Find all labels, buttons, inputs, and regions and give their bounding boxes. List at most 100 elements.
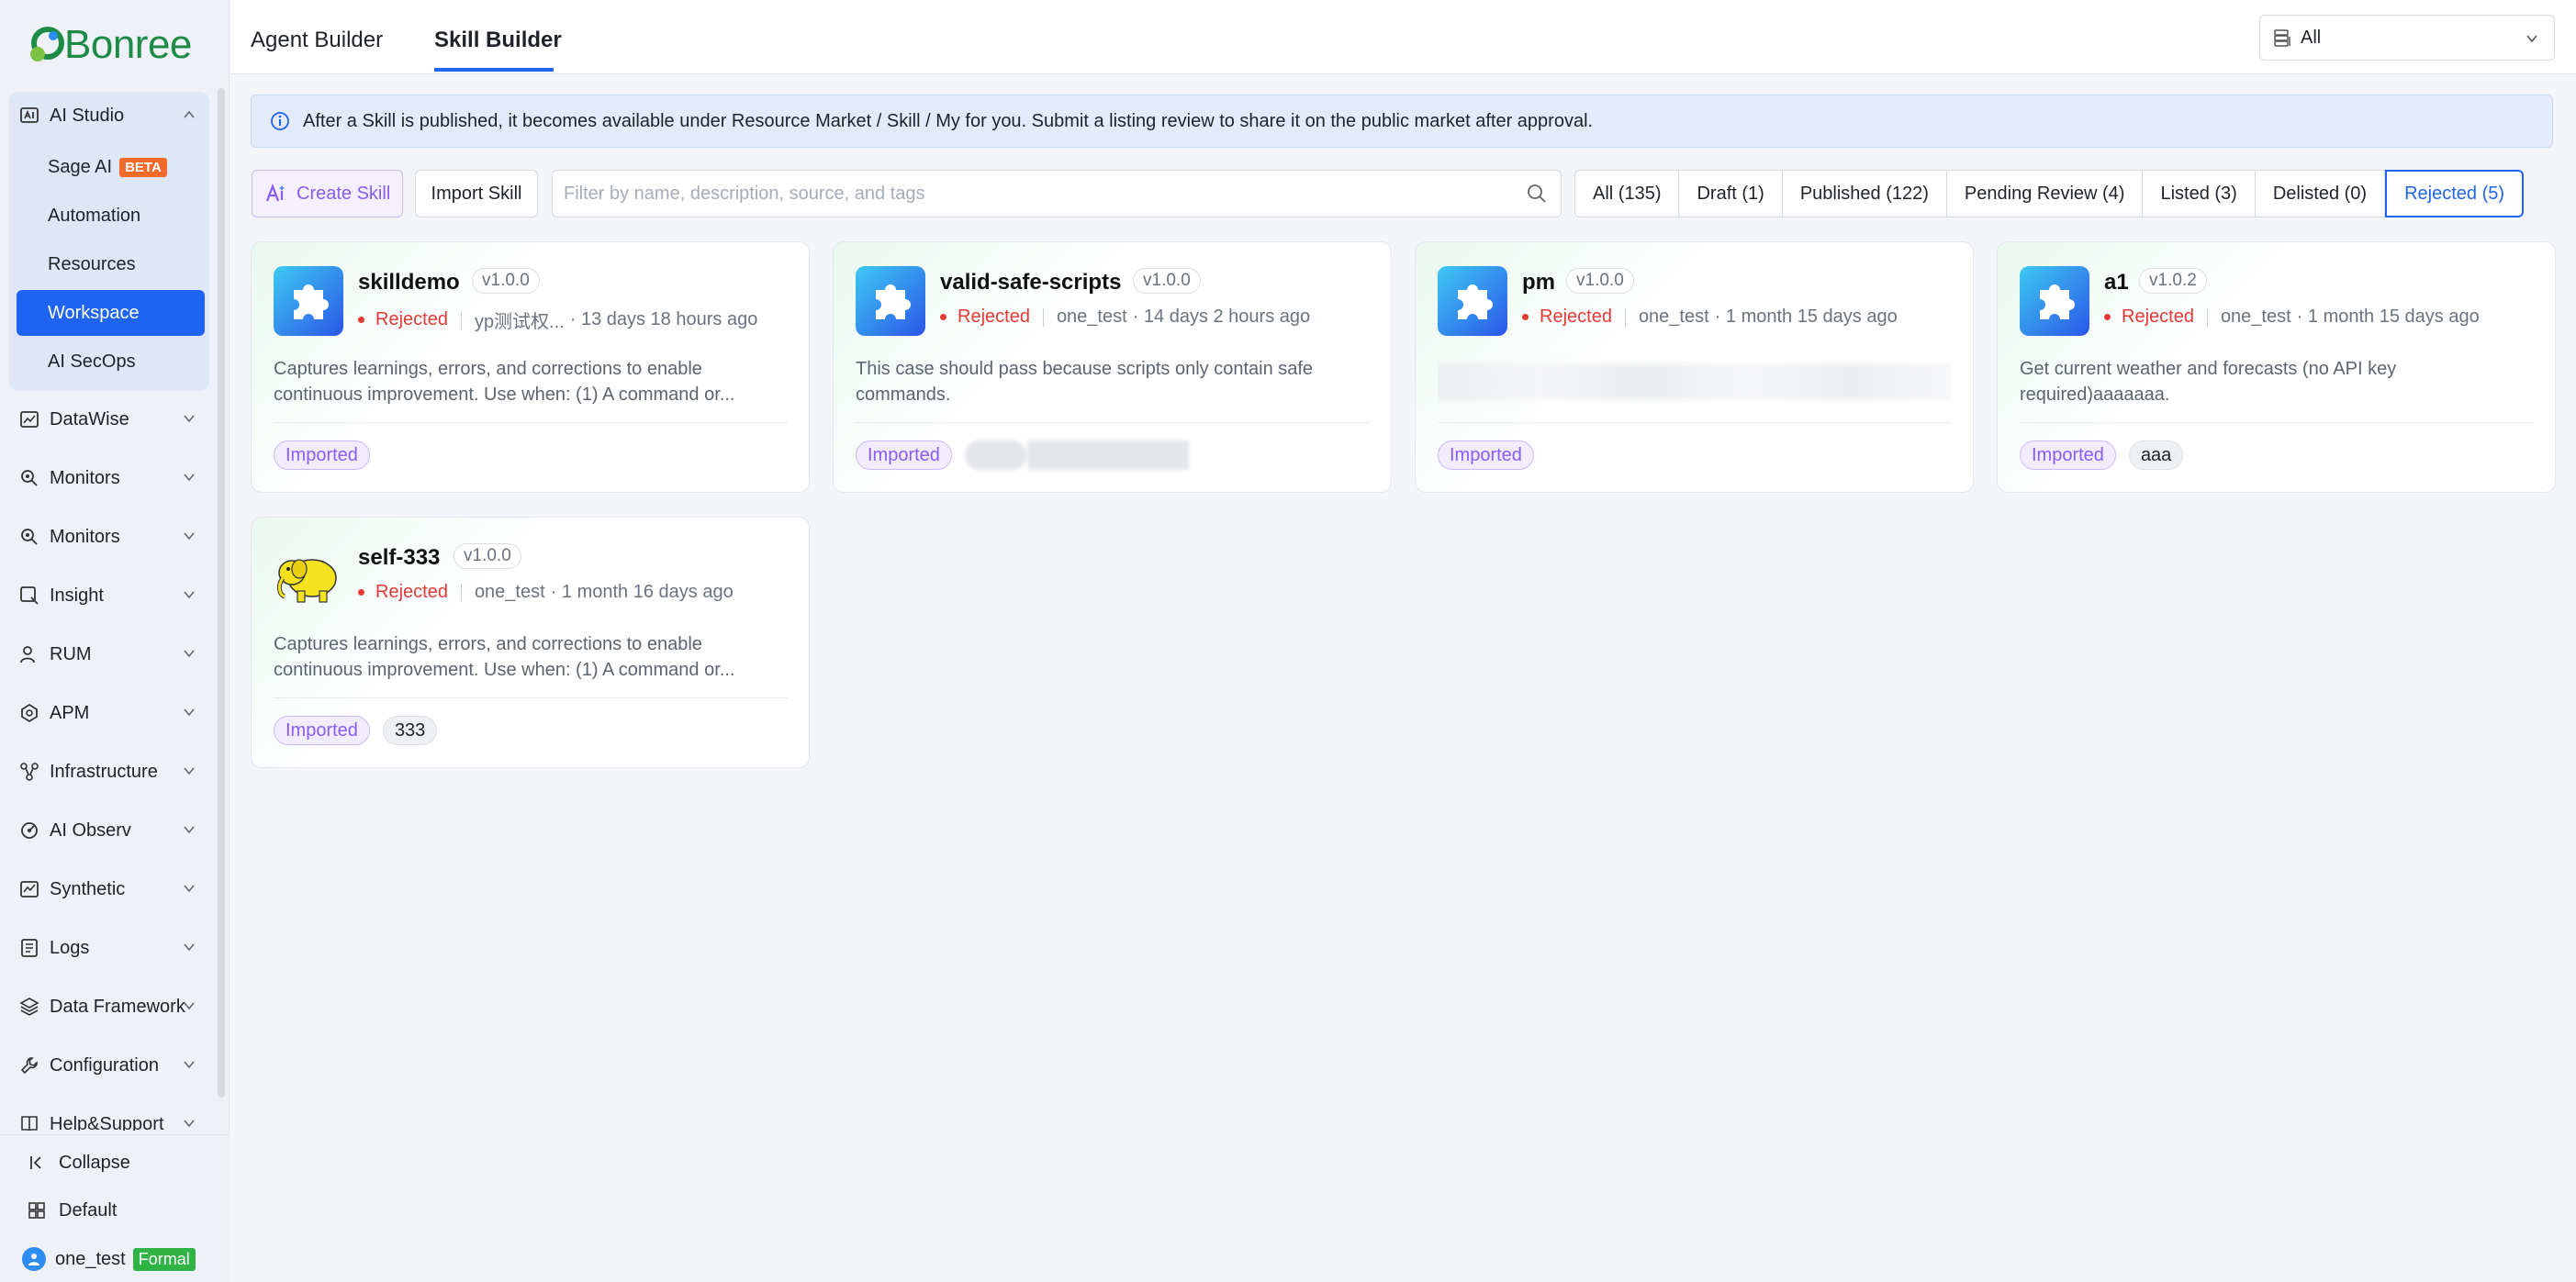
filter-pending-review[interactable]: Pending Review (4)	[1947, 171, 2144, 217]
tag-imported: Imported	[856, 440, 952, 470]
sidebar-item-datawise[interactable]: DataWise	[9, 394, 209, 445]
card-divider	[274, 697, 788, 698]
sidebar-item-apm[interactable]: APM	[9, 687, 209, 739]
sidebar-item-insight[interactable]: Insight	[9, 570, 209, 621]
collapse-icon	[26, 1152, 48, 1174]
environment-select[interactable]: All	[2259, 15, 2555, 61]
brand-name: Bonree	[64, 22, 192, 67]
skill-description: Get current weather and forecasts (no AP…	[2020, 359, 2397, 405]
sidebar-item-ai-secops[interactable]: AI SecOps	[17, 339, 205, 385]
import-skill-button[interactable]: Import Skill	[415, 170, 538, 217]
sidebar-scrollbar[interactable]	[218, 88, 225, 1098]
obscured-description	[1438, 363, 1952, 400]
skill-description: Captures learnings, errors, and correcti…	[274, 634, 735, 680]
grid-icon	[26, 1199, 48, 1221]
filter-published[interactable]: Published (122)	[1783, 171, 1947, 217]
tag-imported: Imported	[2020, 440, 2116, 470]
timestamp: · 14 days 2 hours ago	[1132, 307, 1311, 327]
skill-name: a1	[2104, 270, 2129, 295]
owner: one_test	[474, 582, 545, 602]
owner: yp测试权...	[474, 312, 565, 332]
sidebar-footer: Collapse Default one_test Formal	[0, 1134, 230, 1282]
filter-rejected[interactable]: Rejected (5)	[2385, 170, 2525, 217]
sidebar-item-logs[interactable]: Logs	[9, 922, 209, 974]
filter-draft[interactable]: Draft (1)	[1679, 171, 1783, 217]
status-line: Rejected yp测试权... · 13 days 18 hours ago	[358, 307, 757, 333]
user-icon	[18, 643, 40, 665]
chevron-down-icon	[182, 411, 196, 426]
obscured-tag	[964, 440, 1027, 470]
skill-description: Captures learnings, errors, and correcti…	[274, 359, 735, 405]
chevron-down-icon	[182, 881, 196, 896]
ai-observ-icon	[18, 819, 40, 842]
user-menu[interactable]: one_test Formal	[22, 1247, 196, 1271]
sidebar-item-configuration[interactable]: Configuration	[9, 1040, 209, 1091]
skill-card[interactable]: self-333 v1.0.0 Rejected one_test · 1 mo…	[251, 517, 810, 768]
sidebar-item-infrastructure[interactable]: Infrastructure	[9, 746, 209, 797]
owner: one_test	[1638, 307, 1709, 327]
sidebar-item-sage-ai[interactable]: Sage AI BETA	[17, 144, 205, 190]
synthetic-icon	[18, 878, 40, 900]
skill-name: pm	[1522, 270, 1555, 295]
sidebar-item-resources[interactable]: Resources	[17, 241, 205, 287]
sidebar-item-automation[interactable]: Automation	[17, 193, 205, 239]
status-text: Rejected	[375, 309, 448, 329]
status-filter-group: All (135) Draft (1) Published (122) Pend…	[1574, 170, 2525, 217]
sidebar-item-label: Help&Support	[50, 1113, 164, 1132]
default-space-button[interactable]: Default	[26, 1199, 117, 1221]
tag-imported: Imported	[274, 440, 370, 470]
search-icon	[18, 585, 40, 607]
skill-card[interactable]: a1 v1.0.2 Rejected one_test · 1 month 15…	[1997, 241, 2556, 493]
status-line: Rejected one_test · 1 month 15 days ago	[2104, 307, 2480, 328]
puzzle-icon	[856, 266, 925, 336]
obscured-tag	[1026, 440, 1189, 470]
collapse-button[interactable]: Collapse	[26, 1152, 130, 1174]
tab-agent-builder[interactable]: Agent Builder	[251, 28, 383, 53]
status-line: Rejected one_test · 1 month 15 days ago	[1522, 307, 1898, 328]
environment-select-value: All	[2301, 27, 2322, 48]
monitor-icon	[18, 526, 40, 548]
tag-custom: aaa	[2128, 440, 2184, 470]
user-badge: Formal	[132, 1247, 196, 1271]
logs-icon	[18, 937, 40, 959]
puzzle-icon	[1438, 266, 1507, 336]
create-skill-label: Create Skill	[297, 183, 391, 204]
search-icon[interactable]	[1526, 183, 1548, 205]
status-dot	[2104, 314, 2111, 320]
sidebar-item-help-support[interactable]: Help&Support	[9, 1098, 209, 1131]
status-dot	[358, 317, 364, 323]
sidebar-item-label: Resources	[48, 253, 136, 274]
sidebar-item-monitors-2[interactable]: Monitors	[9, 511, 209, 563]
ai-studio-icon	[18, 105, 40, 127]
sidebar-item-ai-observ[interactable]: AI Observ	[9, 805, 209, 856]
tab-skill-builder[interactable]: Skill Builder	[434, 28, 562, 53]
status-dot	[358, 589, 364, 596]
monitor-icon	[18, 467, 40, 489]
create-skill-button[interactable]: Create Skill	[252, 170, 403, 217]
chevron-up-icon	[182, 107, 196, 122]
wrench-icon	[18, 1054, 40, 1076]
sidebar-item-synthetic[interactable]: Synthetic	[9, 864, 209, 915]
sidebar-item-workspace[interactable]: Workspace	[17, 290, 205, 336]
sidebar-item-ai-studio[interactable]: AI Studio	[9, 90, 209, 141]
search-input[interactable]	[552, 170, 1562, 217]
filter-all[interactable]: All (135)	[1575, 171, 1680, 217]
sidebar-item-monitors[interactable]: Monitors	[9, 452, 209, 504]
brand-logo[interactable]: Bonree	[26, 22, 192, 68]
divider	[460, 310, 462, 329]
filter-listed[interactable]: Listed (3)	[2143, 171, 2256, 217]
skill-card[interactable]: valid-safe-scripts v1.0.0 Rejected one_t…	[833, 241, 1392, 493]
sidebar-item-data-framework[interactable]: Data Framework	[9, 981, 209, 1032]
chevron-down-icon	[182, 529, 196, 543]
owner: one_test	[1056, 307, 1127, 327]
sidebar-item-label: Data Framework	[50, 996, 185, 1017]
card-divider	[2020, 422, 2534, 423]
skill-card[interactable]: skilldemo v1.0.0 Rejected yp测试权... · 13 …	[251, 241, 810, 493]
puzzle-icon	[274, 266, 343, 336]
sidebar-item-rum[interactable]: RUM	[9, 629, 209, 680]
filter-delisted[interactable]: Delisted (0)	[2256, 171, 2386, 217]
sidebar-nav[interactable]: AI Studio Sage AI BETA Automation Resour…	[0, 88, 230, 1131]
skill-card[interactable]: pm v1.0.0 Rejected one_test · 1 month 15…	[1415, 241, 1974, 493]
chevron-down-icon	[2525, 31, 2539, 46]
owner: one_test	[2220, 307, 2291, 327]
